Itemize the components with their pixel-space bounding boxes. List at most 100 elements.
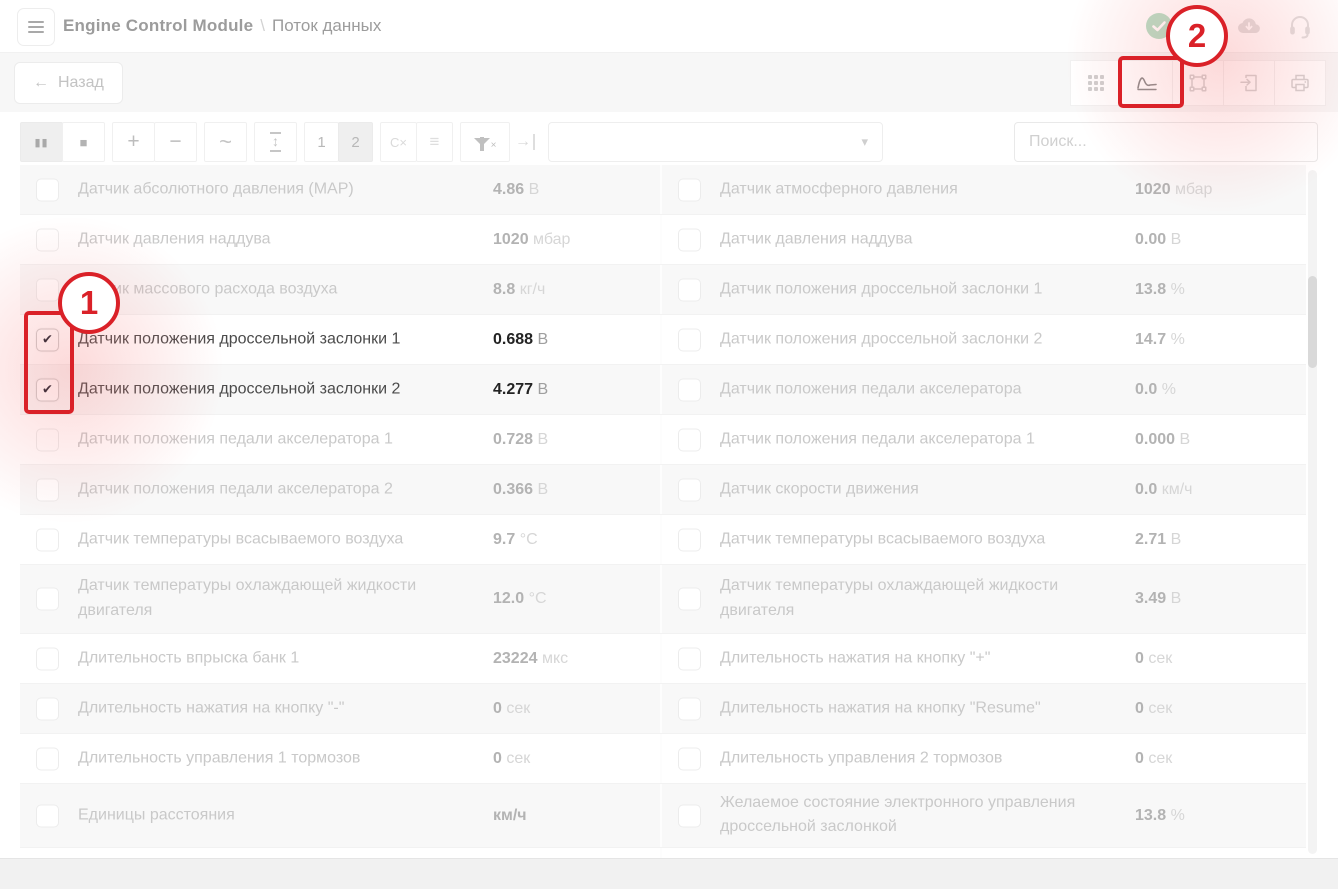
row-checkbox[interactable] <box>678 647 701 670</box>
row-checkbox[interactable] <box>678 528 701 551</box>
export-button[interactable] <box>1223 60 1275 106</box>
row-checkbox[interactable] <box>678 328 701 351</box>
row-checkbox[interactable] <box>36 178 59 201</box>
stream-item: Датчик положения педали акселератора 10.… <box>20 415 660 464</box>
table-row: Датчик абсолютного давления (MAP)4.86 ВД… <box>20 165 1306 215</box>
param-value: 1020 мбар <box>493 231 570 249</box>
bottom-strip <box>0 858 1338 889</box>
columns-1-label: 1 <box>317 134 325 151</box>
pause-button[interactable]: ▮▮ <box>20 122 63 162</box>
stream-toolbar: ▮▮ ■ + − ~ ↕ 1 2 C× ≡ × → ▾ <box>20 122 883 162</box>
list-button[interactable]: ≡ <box>416 122 453 162</box>
row-checkbox[interactable] <box>678 278 701 301</box>
columns-1-button[interactable]: 1 <box>304 122 339 162</box>
row-checkbox[interactable] <box>678 428 701 451</box>
row-checkbox[interactable] <box>678 378 701 401</box>
stream-item: Заданное значение оборотов холостого <box>20 848 660 858</box>
stream-item: ✔ Датчик положения дроссельной заслонки 1… <box>20 315 660 364</box>
stream-item: ✔Датчик положения дроссельной заслонки 2… <box>20 365 660 414</box>
param-label: Датчик давления наддува <box>720 227 913 252</box>
param-value: 9.7 °C <box>493 531 538 549</box>
row-checkbox[interactable]: ✔ <box>36 378 59 401</box>
param-label: Желаемое состояние электронного управлен… <box>720 791 1100 841</box>
row-checkbox[interactable]: ✔ <box>36 328 59 351</box>
param-label: Датчик давления наддува <box>78 227 271 252</box>
filter-clear-button[interactable]: × <box>460 122 510 162</box>
table-row: Единицы расстояниякм/чЖелаемое состояние… <box>20 784 1306 848</box>
chart-line-icon <box>1135 71 1159 95</box>
row-checkbox[interactable] <box>678 747 701 770</box>
grid-view-button[interactable] <box>1070 60 1122 106</box>
skip-to-end-button[interactable]: → <box>510 122 540 162</box>
row-checkbox[interactable] <box>36 697 59 720</box>
row-checkbox[interactable] <box>678 804 701 827</box>
stream-item: Желаемое состояние электронного управлен… <box>660 784 1306 847</box>
row-checkbox[interactable] <box>36 647 59 670</box>
stream-item: Датчик атмосферного давления1020 мбар <box>660 165 1306 214</box>
selection-frame-icon <box>1186 71 1210 95</box>
row-checkbox[interactable] <box>36 588 59 611</box>
stream-item: Датчик давления наддува0.00 В <box>660 215 1306 264</box>
back-button[interactable]: ← Назад <box>14 62 123 104</box>
table-row: Датчик температуры охлаждающей жидкости … <box>20 565 1306 634</box>
table-row: Длительность нажатия на кнопку "-"0 секД… <box>20 684 1306 734</box>
frame-view-button[interactable] <box>1172 60 1224 106</box>
row-checkbox[interactable] <box>678 228 701 251</box>
group-select[interactable]: ▾ <box>548 122 883 162</box>
stream-item: Датчик давления наддува 1020 мбар <box>20 215 660 264</box>
row-checkbox[interactable] <box>36 528 59 551</box>
stream-item: Датчик абсолютного давления (MAP)4.86 В <box>20 165 660 214</box>
breadcrumb-separator: \ <box>260 16 265 36</box>
param-label: Датчик положения дроссельной заслонки 1 <box>78 327 400 352</box>
chart-view-button[interactable] <box>1121 60 1173 106</box>
zoom-in-button[interactable]: + <box>112 122 155 162</box>
minus-icon: − <box>169 130 181 154</box>
fit-height-button[interactable]: ↕ <box>254 122 297 162</box>
scrollbar-thumb[interactable] <box>1308 276 1317 368</box>
columns-2-button[interactable]: 2 <box>338 122 373 162</box>
row-checkbox[interactable] <box>678 588 701 611</box>
table-row: Датчик положения педали акселератора 1 0.… <box>20 415 1306 465</box>
row-checkbox[interactable] <box>678 178 701 201</box>
cloud-download-icon[interactable] <box>1236 15 1262 37</box>
header-status-area: 12 <box>1146 0 1312 52</box>
param-label: Датчик положения педали акселератора 1 <box>720 427 1035 452</box>
stream-item: Датчик положения дроссельной заслонки 11… <box>660 265 1306 314</box>
param-label: Датчик положения педали акселератора <box>720 377 1022 402</box>
subheader: ← Назад <box>0 53 1338 112</box>
zoom-out-button[interactable]: − <box>154 122 197 162</box>
stream-item: Датчик положения педали акселератора 1 0.… <box>660 415 1306 464</box>
row-checkbox[interactable] <box>36 804 59 827</box>
stop-button[interactable]: ■ <box>62 122 105 162</box>
row-checkbox[interactable] <box>36 428 59 451</box>
param-label: Датчик температуры всасываемого воздуха <box>78 527 403 552</box>
print-button[interactable] <box>1274 60 1326 106</box>
row-checkbox[interactable] <box>36 478 59 501</box>
row-checkbox[interactable] <box>678 478 701 501</box>
list-icon: ≡ <box>430 132 440 152</box>
clear-selection-button[interactable]: C× <box>380 122 417 162</box>
smooth-button[interactable]: ~ <box>204 122 247 162</box>
param-value: 0.000 В <box>1135 431 1190 449</box>
breadcrumb: Engine Control Module \ Поток данных <box>63 0 381 52</box>
row-checkbox[interactable] <box>36 228 59 251</box>
table-row: ✔ Датчик положения дроссельной заслонки 1… <box>20 315 1306 365</box>
row-checkbox[interactable] <box>36 278 59 301</box>
data-grid: Датчик абсолютного давления (MAP)4.86 ВД… <box>20 165 1306 858</box>
param-label: Датчик температуры охлаждающей жидкости … <box>78 574 458 624</box>
param-label: Датчик скорости движения <box>720 477 919 502</box>
scrollbar-track[interactable] <box>1308 170 1317 854</box>
filter-x-glyph: × <box>491 140 497 151</box>
printer-icon <box>1288 71 1312 95</box>
row-checkbox[interactable] <box>678 697 701 720</box>
back-button-label: Назад <box>58 74 104 92</box>
app-window: Engine Control Module \ Поток данных 12 <box>0 0 1338 889</box>
param-value: 13.8 % <box>1135 281 1185 299</box>
search-input[interactable] <box>1014 122 1318 162</box>
menu-button[interactable] <box>17 8 55 46</box>
param-label: Длительность нажатия на кнопку "-" <box>78 696 344 721</box>
headset-icon[interactable] <box>1288 13 1312 39</box>
stream-item: Датчик скорости движения0.0 км/ч <box>660 465 1306 514</box>
stream-item: Датчик массового расхода воздуха8.8 кг/ч <box>20 265 660 314</box>
row-checkbox[interactable] <box>36 747 59 770</box>
